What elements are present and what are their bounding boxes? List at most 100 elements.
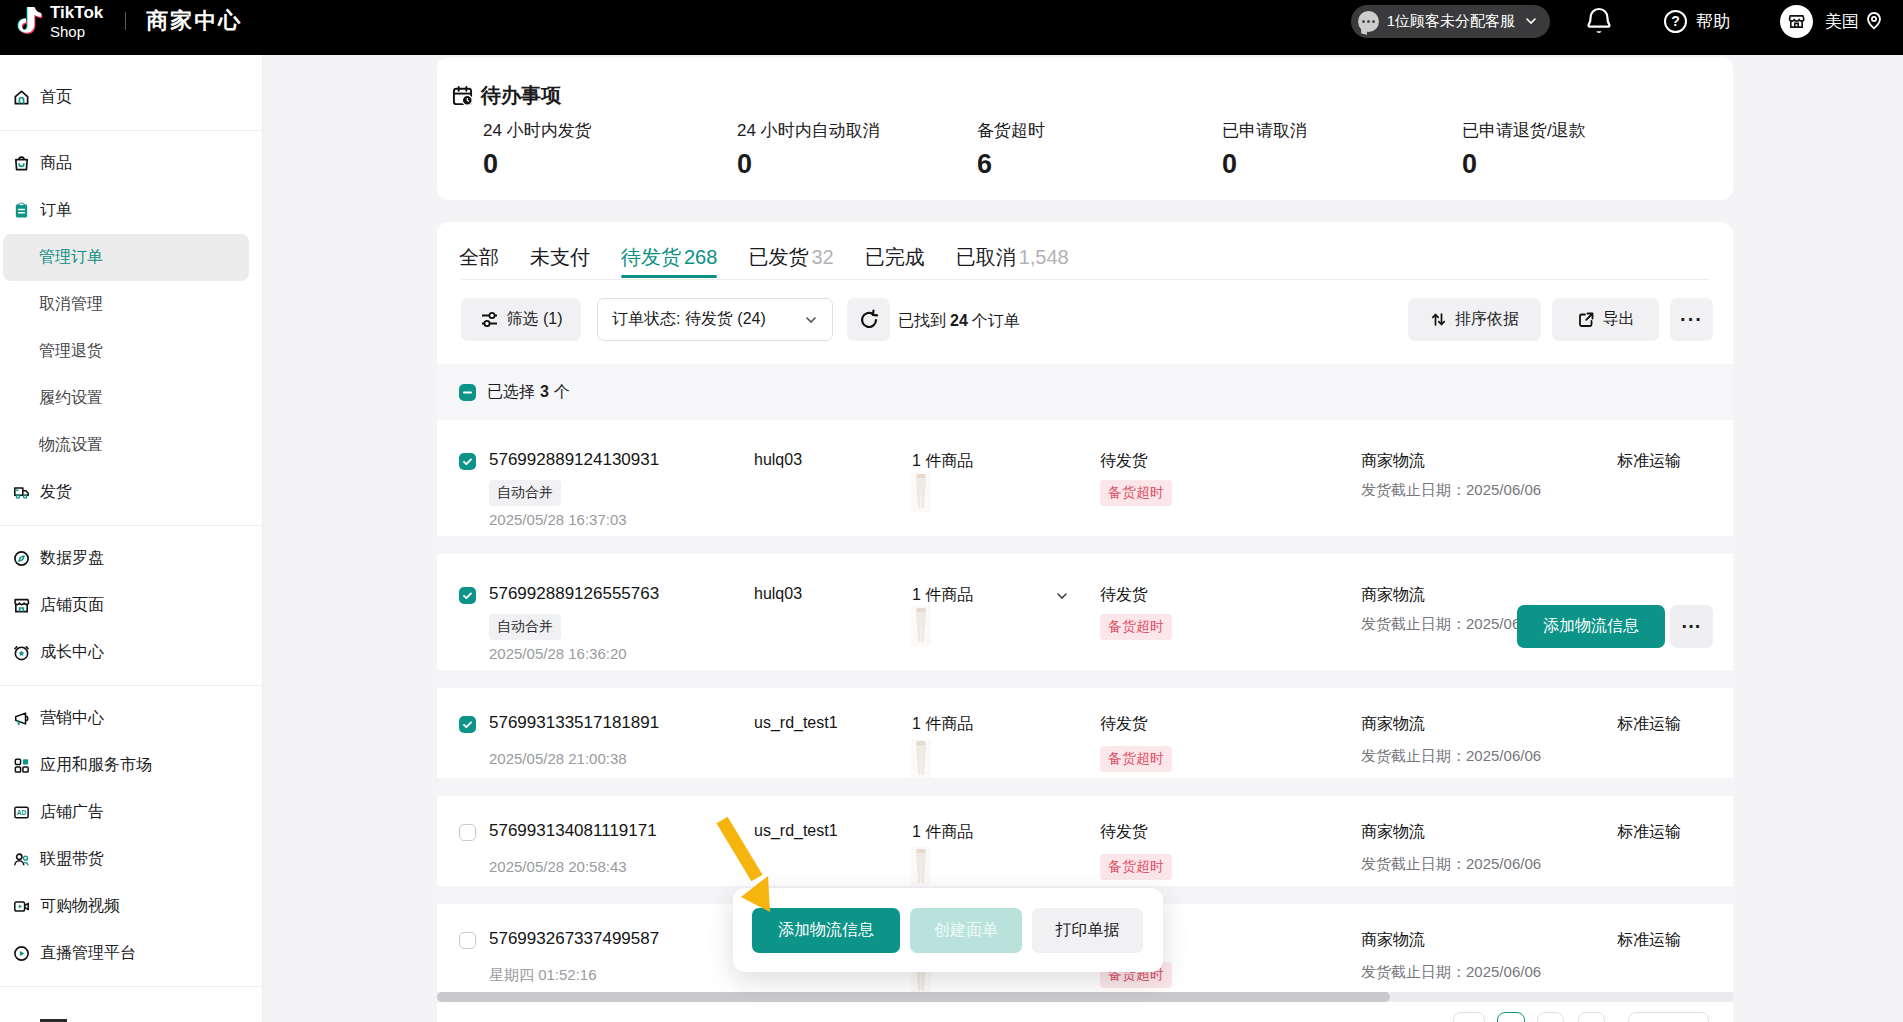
- order-buyer[interactable]: hulq03: [754, 451, 802, 469]
- sidebar-item-label: 直播管理平台: [40, 943, 136, 964]
- help-menu[interactable]: ? 帮助: [1664, 10, 1730, 33]
- filter-label: 筛选 (1): [507, 309, 563, 330]
- order-buyer[interactable]: us_rd_test1: [754, 822, 838, 840]
- todo-stat-value[interactable]: 0: [737, 149, 752, 180]
- order-deadline: 发货截止日期：2025/06/06: [1361, 747, 1541, 766]
- sidebar-item-店铺页面[interactable]: 店铺页面: [0, 582, 262, 629]
- order-status: 待发货: [1100, 451, 1148, 472]
- order-time: 2025/05/28 16:36:20: [489, 645, 627, 662]
- sidebar-divider: [0, 525, 262, 526]
- status-dropdown-value: 订单状态: 待发货 (24): [612, 309, 766, 330]
- horizontal-scrollbar-thumb[interactable]: [437, 992, 1390, 1002]
- order-buyer[interactable]: hulq03: [754, 585, 802, 603]
- ads-icon: AD: [13, 804, 30, 821]
- filter-button[interactable]: 筛选 (1): [461, 298, 581, 341]
- select-all-checkbox[interactable]: [459, 384, 476, 401]
- home-icon: [13, 89, 30, 106]
- pagination-button[interactable]: [1628, 1012, 1709, 1022]
- customer-service-pill[interactable]: 1位顾客未分配客服: [1351, 5, 1550, 38]
- todo-stat-value[interactable]: 0: [1222, 149, 1237, 180]
- notification-bell-icon[interactable]: [1586, 6, 1612, 36]
- order-id[interactable]: 576992889126555763: [489, 584, 659, 604]
- pagination-button[interactable]: [1578, 1012, 1605, 1022]
- row-checkbox[interactable]: [459, 453, 476, 470]
- row-more-button[interactable]: ···: [1670, 605, 1713, 648]
- row-separator: [437, 536, 1733, 554]
- order-product-count: 1 件商品: [912, 451, 973, 472]
- sidebar-item-数据罗盘[interactable]: 数据罗盘: [0, 535, 262, 582]
- order-id[interactable]: 576993134081119171: [489, 821, 657, 841]
- affiliate-icon: [13, 851, 30, 868]
- order-id[interactable]: 576993267337499587: [489, 929, 659, 949]
- add-logistics-button[interactable]: 添加物流信息: [752, 908, 900, 953]
- sidebar-item-可购物视频[interactable]: 可购物视频: [0, 883, 262, 930]
- refresh-button[interactable]: [847, 298, 890, 341]
- sidebar-item-联盟带货[interactable]: 联盟带货: [0, 836, 262, 883]
- sidebar-subitem-物流设置[interactable]: 物流设置: [0, 422, 262, 469]
- todo-card: 待办事项 24 小时内发货024 小时内自动取消0备货超时6已申请取消0已申请退…: [437, 57, 1733, 200]
- export-label: 导出: [1603, 309, 1635, 330]
- order-row: 5769931335171818912025/05/28 21:00:38us_…: [437, 688, 1733, 778]
- sidebar-subitem-管理订单[interactable]: 管理订单: [3, 234, 249, 281]
- sidebar-item-商品[interactable]: 商品: [0, 140, 262, 187]
- filter-icon: [480, 310, 499, 329]
- todo-stat-value[interactable]: 6: [977, 149, 992, 180]
- product-thumbnail[interactable]: [911, 472, 931, 512]
- order-buyer[interactable]: us_rd_test1: [754, 714, 838, 732]
- sidebar-item-订单[interactable]: 订单: [0, 187, 262, 234]
- row-checkbox[interactable]: [459, 824, 476, 841]
- svg-text:AD: AD: [17, 809, 27, 816]
- more-actions-button[interactable]: ···: [1670, 298, 1713, 341]
- order-id[interactable]: 576993133517181891: [489, 713, 659, 733]
- pagination-button[interactable]: [1453, 1012, 1485, 1022]
- row-checkbox[interactable]: [459, 587, 476, 604]
- live-icon: [13, 945, 30, 962]
- tab-label: 已完成: [865, 246, 925, 268]
- order-time: 2025/05/28 16:37:03: [489, 511, 627, 528]
- product-thumbnail[interactable]: [911, 739, 931, 779]
- sort-button[interactable]: 排序依据: [1408, 298, 1541, 341]
- tab-count: 1,548: [1019, 246, 1069, 268]
- create-label-button-disabled[interactable]: 创建面单: [910, 908, 1022, 953]
- row-checkbox[interactable]: [459, 932, 476, 949]
- shop-avatar: [1780, 5, 1813, 38]
- sidebar-item-发货[interactable]: 发货: [0, 469, 262, 516]
- orders-card: 全部未支付待发货268已发货32已完成已取消1,548 筛选 (1) 订单状态:…: [437, 222, 1733, 1022]
- pagination-current-page[interactable]: [1497, 1012, 1525, 1022]
- sidebar-divider: [0, 986, 262, 987]
- print-document-button[interactable]: 打印单据: [1032, 908, 1143, 953]
- order-id[interactable]: 576992889124130931: [489, 450, 659, 470]
- export-button[interactable]: 导出: [1552, 298, 1659, 341]
- order-status-dropdown[interactable]: 订单状态: 待发货 (24): [597, 298, 833, 341]
- product-thumbnail[interactable]: [911, 606, 931, 646]
- order-product-count: 1 件商品: [912, 714, 973, 735]
- row-checkbox[interactable]: [459, 716, 476, 733]
- order-shipping-type: 标准运输: [1617, 451, 1681, 472]
- todo-stat-value[interactable]: 0: [483, 149, 498, 180]
- row-actions-popup: 添加物流信息 创建面单 打印单据: [733, 888, 1163, 972]
- order-shipping-type: 标准运输: [1617, 930, 1681, 951]
- chevron-down-icon[interactable]: [1055, 589, 1069, 603]
- sidebar-item-成长中心[interactable]: 成长中心: [0, 629, 262, 676]
- order-time: 星期四 01:52:16: [489, 966, 597, 985]
- tiktok-shop-logo[interactable]: TikTok Shop: [50, 4, 103, 39]
- todo-stat-value[interactable]: 0: [1462, 149, 1477, 180]
- order-product-count: 1 件商品: [912, 822, 973, 843]
- sidebar-item-应用和服务市场[interactable]: 应用和服务市场: [0, 742, 262, 789]
- sidebar-item-直播管理平台[interactable]: 直播管理平台: [0, 930, 262, 977]
- product-thumbnail[interactable]: [911, 847, 931, 887]
- sidebar-subitem-管理退货[interactable]: 管理退货: [0, 328, 262, 375]
- sidebar-subitem-取消管理[interactable]: 取消管理: [0, 281, 262, 328]
- sidebar-item-店铺广告[interactable]: AD店铺广告: [0, 789, 262, 836]
- todo-stat-label: 24 小时内发货: [483, 119, 592, 142]
- logo-line2: Shop: [50, 24, 103, 39]
- sidebar-subitem-履约设置[interactable]: 履约设置: [0, 375, 262, 422]
- sidebar-item-首页[interactable]: 首页: [0, 74, 262, 121]
- region-menu[interactable]: 美国: [1780, 5, 1883, 38]
- tab-count: 32: [811, 246, 833, 268]
- add-logistics-button[interactable]: 添加物流信息: [1517, 605, 1665, 648]
- sidebar-item-营销中心[interactable]: 营销中心: [0, 695, 262, 742]
- todo-stat-label: 24 小时内自动取消: [737, 119, 880, 142]
- pagination-button[interactable]: [1537, 1012, 1564, 1022]
- order-row: 5769931340811191712025/05/28 20:58:43us_…: [437, 796, 1733, 886]
